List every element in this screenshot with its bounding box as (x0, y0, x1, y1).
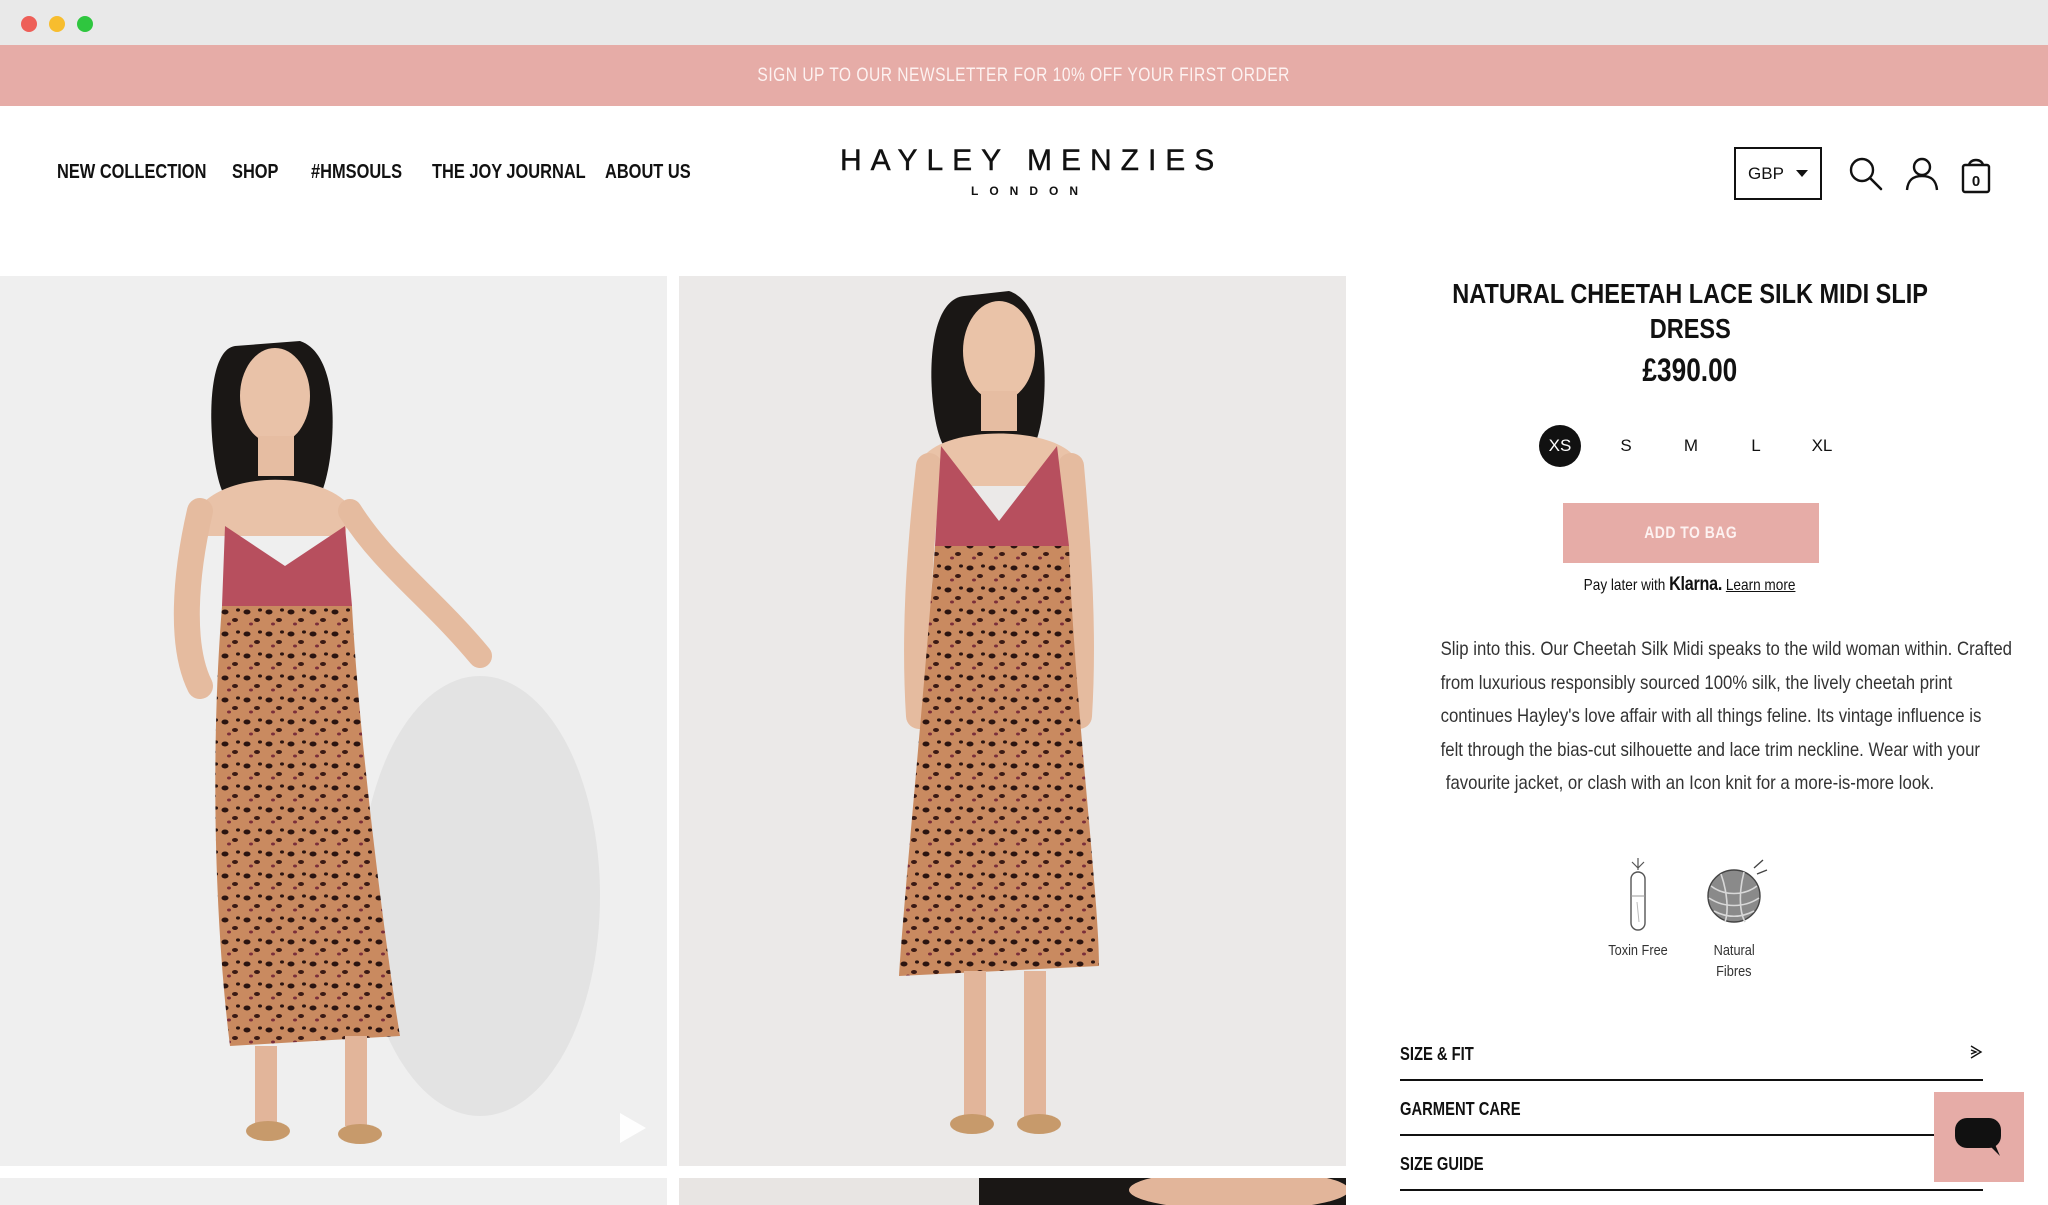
add-to-bag-label: ADD TO BAG (1644, 523, 1738, 542)
size-option-xl[interactable]: XL (1801, 425, 1843, 467)
accordion-size-guide[interactable]: SIZE GUIDE (1400, 1136, 1983, 1191)
product-image-2[interactable] (679, 276, 1346, 1166)
price-value: £390.00 (1642, 352, 1738, 388)
size-selector: XS S M L XL (1370, 425, 2010, 467)
nav-hmsouls[interactable]: #HMSOULS (311, 161, 402, 184)
accordion-label: SIZE & FIT (1400, 1044, 1474, 1064)
product-price: £390.00 (1370, 352, 2010, 389)
size-option-l[interactable]: L (1735, 425, 1777, 467)
zoom-window-button[interactable] (77, 16, 93, 32)
badge-toxin-free: Toxin Free (1588, 856, 1688, 961)
klarna-learn-more-link[interactable]: Learn more (1726, 577, 1796, 594)
window-titlebar (0, 0, 2048, 45)
shopping-bag-icon[interactable]: 0 (1956, 154, 1996, 194)
description-line: favourite jacket, or clash with an Icon … (1445, 772, 1935, 794)
bag-count: 0 (1972, 173, 1980, 190)
badge-label: Fibres (1716, 963, 1752, 980)
product-title: NATURAL CHEETAH LACE SILK MIDI SLIP DRES… (1370, 276, 2010, 346)
chat-widget-button[interactable] (1934, 1092, 2024, 1182)
description-line: felt through the bias-cut silhouette and… (1440, 738, 1981, 761)
badge-label: Toxin Free (1608, 942, 1668, 959)
size-option-s[interactable]: S (1605, 425, 1647, 467)
accordion-label: SIZE GUIDE (1400, 1154, 1484, 1174)
accordion-label: GARMENT CARE (1400, 1099, 1521, 1119)
description-line: Slip into this. Our Cheetah Silk Midi sp… (1440, 638, 2012, 660)
description-line: from luxurious responsibly sourced 100% … (1440, 671, 1953, 694)
chat-bubble-icon (1955, 1118, 2001, 1156)
product-title-line-1: NATURAL CHEETAH LACE SILK MIDI SLIP (1452, 278, 1928, 309)
logo-wordmark: HAYLEY MENZIES (840, 144, 1224, 177)
klarna-logo: Klarna. (1669, 574, 1723, 595)
product-description: Slip into this. Our Cheetah Silk Midi sp… (1400, 633, 2012, 801)
logo-city: LONDON (971, 184, 1089, 198)
chevron-right-icon (1970, 1045, 1983, 1059)
currency-value: GBP (1748, 163, 1784, 183)
badge-natural-fibres: Natural Fibres (1684, 856, 1784, 982)
test-tube-icon (1630, 858, 1646, 931)
minimize-window-button[interactable] (49, 16, 65, 32)
size-option-xs[interactable]: XS (1539, 425, 1581, 467)
nav-about-us[interactable]: ABOUT US (605, 161, 691, 184)
product-title-line-2: DRESS (1649, 313, 1731, 344)
klarna-prefix: Pay later with (1584, 577, 1666, 594)
account-icon[interactable] (1902, 154, 1942, 194)
site-header: NEW COLLECTION SHOP #HMSOULS THE JOY JOU… (0, 106, 2048, 276)
accordion-size-fit[interactable]: SIZE & FIT (1400, 1026, 1983, 1081)
search-icon[interactable] (1846, 154, 1886, 194)
brand-logo[interactable]: HAYLEY MENZIES LONDON (840, 144, 1224, 198)
product-image-3[interactable] (0, 1178, 667, 1205)
close-window-button[interactable] (21, 16, 37, 32)
product-badges: Toxin Free Natural Fibres (1370, 856, 2010, 986)
announcement-bar[interactable]: SIGN UP TO OUR NEWSLETTER FOR 10% OFF YO… (0, 45, 2048, 106)
accordion-garment-care[interactable]: GARMENT CARE (1400, 1081, 1983, 1136)
announcement-text[interactable]: SIGN UP TO OUR NEWSLETTER FOR 10% OFF YO… (758, 65, 1290, 87)
product-image-1[interactable] (0, 276, 667, 1166)
nav-new-collection[interactable]: NEW COLLECTION (57, 161, 206, 184)
size-option-m[interactable]: M (1670, 425, 1712, 467)
add-to-bag-button[interactable]: ADD TO BAG (1563, 503, 1819, 563)
caret-down-icon (1795, 170, 1808, 177)
play-video-icon[interactable] (614, 1110, 650, 1146)
description-line: continues Hayley's love affair with all … (1440, 705, 1982, 727)
nav-shop[interactable]: SHOP (232, 161, 278, 184)
product-image-4[interactable] (679, 1178, 1346, 1205)
klarna-message: Pay later with Klarna. Learn more (1370, 574, 2010, 596)
nav-joy-journal[interactable]: THE JOY JOURNAL (432, 161, 586, 184)
badge-label: Natural (1713, 942, 1755, 959)
yarn-ball-icon (1707, 859, 1768, 923)
currency-selector[interactable]: GBP (1734, 147, 1822, 200)
